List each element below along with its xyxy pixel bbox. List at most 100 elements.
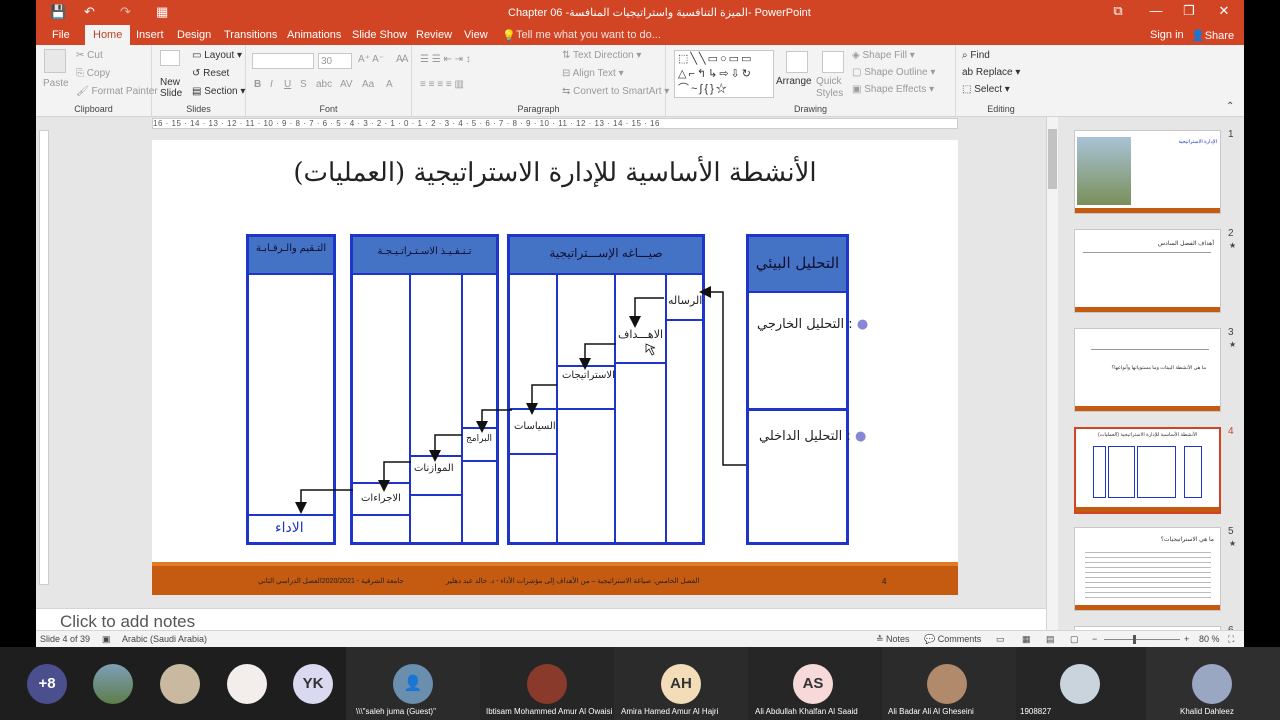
group-slides: New Slide ▭ Layout ▾ ↺ Reset ▤ Section ▾… [152,45,246,117]
paste-button[interactable]: Paste [43,78,69,89]
tab-review[interactable]: Review [416,29,452,41]
text-direction-button[interactable]: ⇅ Text Direction ▾ [562,50,641,61]
thumbnail-title: ما هي الاستراتيجيات؟ [1160,537,1214,543]
undo-icon[interactable]: ↶ [84,4,95,20]
participant-tile[interactable]: AH Amira Hamed Amur Al Hajri [614,647,748,720]
underline-icon[interactable]: U [284,79,291,90]
zoom-level[interactable]: 80 % [1199,634,1220,644]
clear-format-icon[interactable]: Ꜳ [396,54,409,65]
spellcheck-icon[interactable]: ▣ [102,634,111,645]
layout-button[interactable]: ▭ Layout ▾ [192,50,242,61]
notes-pane[interactable]: Click to add notes [36,608,1046,631]
align-text-label: Align Text [572,68,616,79]
notes-placeholder: Click to add notes [60,612,196,631]
fit-slide-icon[interactable]: ⛶ [1228,634,1234,645]
share-button[interactable]: 👤Share [1191,29,1234,42]
find-button[interactable]: ⌕ Find [962,50,990,61]
shapes-gallery[interactable]: ⬚╲╲▭○▭▭ △⌐↰↳⇨⇩↻ ⌒~∫{}☆ [674,50,774,98]
font-size-field[interactable]: 30 [318,53,352,69]
tab-home[interactable]: Home [85,25,131,45]
lightbulb-icon: 💡 [502,30,516,42]
collapse-ribbon-icon[interactable]: ⌃ [1226,101,1234,112]
tab-insert[interactable]: Insert [136,29,164,41]
format-painter-button[interactable]: 🖌 Format Painter [76,86,158,97]
tab-animations[interactable]: Animations [287,29,341,41]
tell-me-input[interactable]: Tell me what you want to do... [516,29,661,41]
thumbnail-slide-2[interactable]: أهداف الفصل السادس [1074,229,1221,313]
slideshow-icon[interactable]: ▢ [1070,634,1079,645]
zoom-in-icon[interactable]: + [1184,634,1189,644]
convert-smartart-button[interactable]: ⇆ Convert to SmartArt ▾ [562,86,669,97]
normal-view-icon[interactable]: ▭ [996,634,1005,645]
restore-ribbon-icon[interactable]: ⧉ [1108,3,1128,19]
zoom-out-icon[interactable]: − [1092,634,1097,644]
bold-icon[interactable]: B [254,79,261,90]
minimize-icon[interactable]: — [1146,3,1166,18]
more-participants-button[interactable]: +8 [27,664,67,704]
bullets-icon[interactable]: ☰ ☰ ⇤ ⇥ ↕ [420,54,471,65]
shadow-icon[interactable]: S [300,79,307,90]
footer-chapter: الفصل الخامس: صياغة الاستراتيجية – من ال… [446,578,700,585]
italic-icon[interactable]: I [270,79,273,90]
grow-font-icon[interactable]: A⁺ A⁻ [358,54,384,65]
strikethrough-icon[interactable]: abc [316,79,332,90]
shape-outline-button[interactable]: ▢ Shape Outline ▾ [852,67,935,78]
copy-button[interactable]: ⎘ Copy [76,68,110,79]
tab-slide-show[interactable]: Slide Show [352,29,407,41]
redo-icon[interactable]: ↷ [120,4,131,20]
scroll-thumb[interactable] [1048,129,1057,189]
participant-tile[interactable]: Ibtisam Mohammed Amur Al Owaisi [480,647,614,720]
shape-fill-label: Shape Fill [862,50,907,61]
font-name-field[interactable] [252,53,314,69]
reset-button[interactable]: ↺ Reset [192,68,229,79]
tab-design[interactable]: Design [177,29,211,41]
slide-scrollbar[interactable] [1046,117,1058,630]
maximize-icon[interactable]: ❐ [1179,3,1199,19]
thumbnail-slide-4[interactable]: الأنشطة الأساسية للإدارة الاستراتيجية (ا… [1074,427,1221,514]
shape-effects-button[interactable]: ▣ Shape Effects ▾ [852,84,934,95]
quick-styles-button[interactable]: Quick Styles [816,76,852,100]
shape-fill-button[interactable]: ◈ Shape Fill ▾ [852,50,915,61]
zoom-slider-thumb[interactable] [1133,635,1136,644]
case-icon[interactable]: Aa [362,79,374,90]
participant-avatar [1192,664,1232,704]
align-icons[interactable]: ≡ ≡ ≡ ≡ ▥ [420,79,464,90]
tab-view[interactable]: View [464,29,488,41]
participant-tile[interactable]: Ali Badar Ali Al Gheseini [882,647,1016,720]
participant-avatar[interactable]: YK [293,664,333,704]
new-slide-button[interactable]: New Slide [160,77,190,99]
section-button[interactable]: ▤ Section ▾ [192,86,245,97]
tab-file[interactable]: File [52,29,70,41]
font-color-icon[interactable]: A [386,79,393,90]
sign-in-link[interactable]: Sign in [1150,29,1184,41]
cut-button[interactable]: ✂ Cut [76,50,103,61]
close-icon[interactable]: ✕ [1214,3,1234,19]
language-indicator[interactable]: Arabic (Saudi Arabia) [122,634,207,644]
thumbnail-slide-3[interactable]: ما هي الأنشطة البيئات وما مستوياتها وأنو… [1074,328,1221,412]
spacing-icon[interactable]: AV [340,79,353,90]
zoom-slider[interactable] [1104,635,1180,644]
thumbnail-slide-1[interactable]: الإدارة الاستراتيجية [1074,130,1221,214]
participant-tile[interactable]: 👤 \\\"saleh juma (Guest)" [346,647,480,720]
tab-transitions[interactable]: Transitions [224,29,277,41]
replace-button[interactable]: ab Replace ▾ [962,67,1020,78]
participant-tile[interactable]: Khalid Dahleez [1146,647,1280,720]
participant-tile[interactable]: 1908827 [1016,647,1146,720]
participant-avatar[interactable] [93,664,133,704]
reading-view-icon[interactable]: ▤ [1046,634,1055,645]
select-button[interactable]: ⬚ Select ▾ [962,84,1010,95]
participant-avatar: AS [793,664,833,704]
slide-canvas[interactable]: الأنشطة الأساسية للإدارة الاستراتيجية (ا… [152,140,958,595]
arrange-button[interactable]: Arrange [776,76,812,87]
comments-toggle[interactable]: 💬 Comments [924,634,981,645]
status-bar: Slide 4 of 39 ▣ Arabic (Saudi Arabia) ≛ … [36,630,1244,647]
align-text-button[interactable]: ⊟ Align Text ▾ [562,68,624,79]
save-icon[interactable]: 💾 [50,4,66,20]
thumbnail-slide-5[interactable]: ما هي الاستراتيجيات؟ [1074,527,1221,611]
participant-tile[interactable]: AS Ali Abdullah Khalfan Al Saaid [748,647,882,720]
participant-avatar[interactable] [227,664,267,704]
present-icon[interactable]: ▦ [156,4,168,20]
participant-avatar[interactable] [160,664,200,704]
slide-sorter-icon[interactable]: ▦ [1022,634,1031,645]
notes-toggle[interactable]: ≛ Notes [876,634,910,645]
